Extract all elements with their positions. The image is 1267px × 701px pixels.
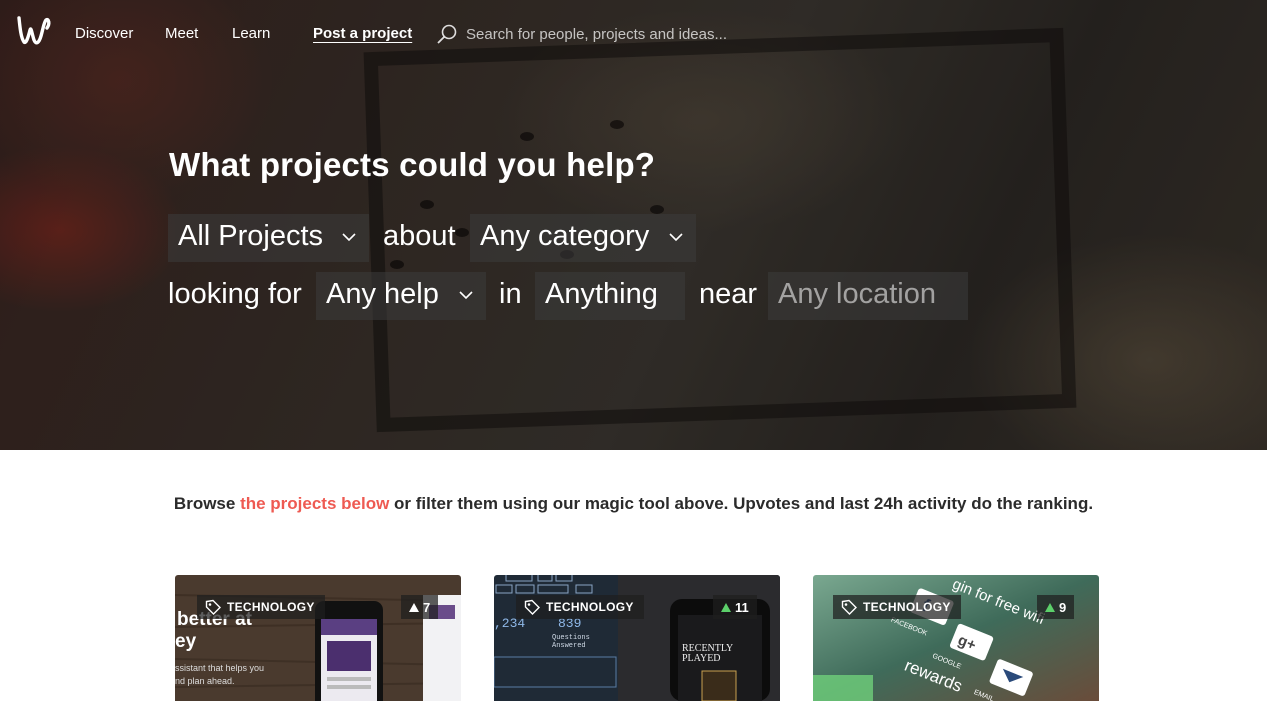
upvote-count[interactable]: 11 — [713, 595, 757, 619]
browse-suffix: or filter them using our magic tool abov… — [389, 494, 1094, 513]
upvote-count-value: 7 — [423, 599, 431, 615]
upvote-arrow-icon — [1045, 602, 1055, 612]
location-input-placeholder: Any location — [778, 278, 936, 310]
chevron-down-icon — [669, 233, 683, 242]
card-image-text: Answered — [552, 642, 586, 650]
help-dropdown[interactable]: Any help — [316, 272, 486, 320]
projects-dropdown[interactable]: All Projects — [168, 214, 369, 262]
project-card-image: ,234 839 Questions Answered RECENTLY PLA… — [494, 575, 780, 701]
nav-meet-link[interactable]: Meet — [165, 25, 198, 42]
tag-icon — [524, 599, 540, 615]
browse-instructions: Browse the projects below or filter them… — [0, 494, 1267, 514]
card-image-text: nd plan ahead. — [175, 676, 235, 686]
top-nav: Discover Meet Learn Post a project — [0, 0, 1267, 68]
filter-word-about: about — [383, 220, 456, 252]
tag-icon — [205, 599, 221, 615]
filter-word-in: in — [499, 278, 522, 310]
skill-input[interactable]: Anything — [535, 272, 685, 320]
tag-icon — [841, 599, 857, 615]
category-tag[interactable]: TECHNOLOGY — [197, 595, 325, 619]
project-card[interactable]: better at ey ssistant that helps you nd … — [175, 575, 461, 701]
category-tag[interactable]: TECHNOLOGY — [833, 595, 961, 619]
category-tag[interactable]: TECHNOLOGY — [516, 595, 644, 619]
logo-icon[interactable] — [16, 14, 52, 48]
card-image-text: ssistant that helps you — [175, 663, 264, 673]
nav-learn-link[interactable]: Learn — [232, 25, 270, 42]
projects-below-link[interactable]: the projects below — [240, 494, 389, 513]
project-card-image: better at ey ssistant that helps you nd … — [175, 575, 461, 701]
project-card[interactable]: f g+ gin for free wifi FACEBOOK GOOGLE E… — [813, 575, 1099, 701]
category-dropdown-value: Any category — [480, 220, 650, 252]
search-input[interactable] — [466, 21, 766, 47]
category-tag-label: TECHNOLOGY — [546, 600, 634, 614]
card-image-text: ey — [175, 631, 197, 652]
chevron-down-icon — [459, 291, 473, 300]
search-icon[interactable] — [436, 23, 458, 45]
help-dropdown-value: Any help — [326, 278, 439, 310]
skill-input-value: Anything — [545, 278, 658, 310]
upvote-arrow-icon — [409, 602, 419, 612]
filter-word-looking-for: looking for — [168, 278, 302, 310]
location-input[interactable]: Any location — [768, 272, 968, 320]
category-tag-label: TECHNOLOGY — [863, 600, 951, 614]
upvote-count[interactable]: 7 — [401, 595, 439, 619]
browse-prefix: Browse — [173, 494, 241, 513]
upvote-count-value: 9 — [1059, 599, 1067, 615]
post-project-link[interactable]: Post a project — [313, 25, 412, 42]
hero-title: What projects could you help? — [169, 146, 656, 183]
category-dropdown[interactable]: Any category — [470, 214, 696, 262]
project-card-image: f g+ gin for free wifi FACEBOOK GOOGLE E… — [813, 575, 1099, 701]
filter-word-near: near — [699, 278, 758, 310]
chevron-down-icon — [342, 233, 356, 242]
card-image-text: Questions — [552, 634, 590, 642]
category-tag-label: TECHNOLOGY — [227, 600, 315, 614]
nav-discover-link[interactable]: Discover — [75, 25, 133, 42]
upvote-count[interactable]: 9 — [1037, 595, 1075, 619]
projects-dropdown-value: All Projects — [178, 220, 324, 252]
card-image-text: PLAYED — [682, 653, 721, 664]
upvote-arrow-icon — [721, 602, 731, 612]
upvote-count-value: 11 — [735, 599, 749, 615]
project-card[interactable]: ,234 839 Questions Answered RECENTLY PLA… — [494, 575, 780, 701]
